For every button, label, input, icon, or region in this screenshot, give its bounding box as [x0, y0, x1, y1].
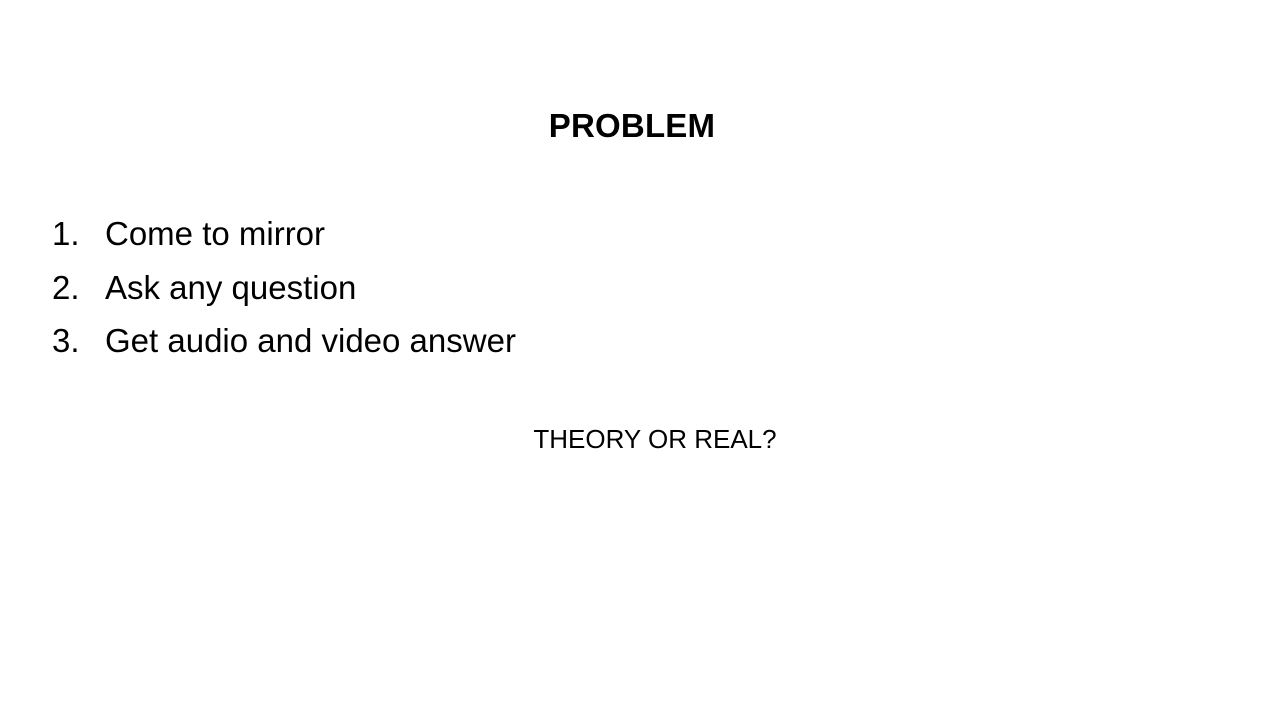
- steps-list: 1. Come to mirror 2. Ask any question 3.…: [52, 212, 516, 373]
- list-item-number: 2.: [52, 268, 80, 306]
- list-item-text: Ask any question: [105, 268, 357, 306]
- list-item-text: Get audio and video answer: [105, 322, 516, 359]
- list-item-number: 3.: [52, 322, 80, 359]
- list-item: 2. Ask any question: [52, 266, 516, 320]
- slide-title: PROBLEM: [548, 107, 716, 144]
- list-item-number: 1.: [52, 215, 80, 252]
- list-item: 3. Get audio and video answer: [52, 319, 516, 373]
- list-item-text: Come to mirror: [105, 215, 326, 252]
- slide: PROBLEM 1. Come to mirror 2. Ask any que…: [0, 0, 1280, 720]
- list-item: 1. Come to mirror: [52, 212, 516, 266]
- closing-question: THEORY OR REAL?: [533, 424, 777, 454]
